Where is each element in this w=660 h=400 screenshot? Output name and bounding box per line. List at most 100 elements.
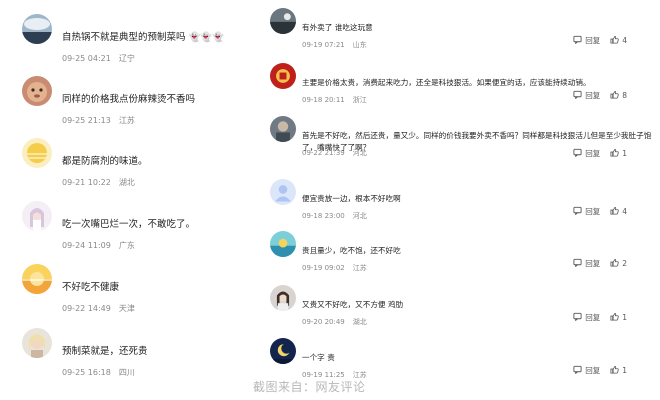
- like-button[interactable]: 2: [610, 258, 627, 269]
- comment-text: 都是防腐剂的味道。: [62, 156, 148, 167]
- comment-item: 贵且量少，吃不饱，还不好吃 09-19 09:02 江苏 回复 2: [265, 223, 660, 285]
- comment-location: 湖北: [352, 318, 367, 326]
- comment-meta: 09-21 10:22 湖北: [62, 177, 135, 188]
- comment-meta: 09-19 09:02 江苏: [302, 263, 367, 273]
- avatar[interactable]: [22, 138, 52, 168]
- comment-location: 江苏: [118, 116, 135, 125]
- comment-bubble-icon: [573, 35, 585, 46]
- source-caption: 截图来自：网友评论: [253, 380, 366, 394]
- reply-label: 回复: [585, 207, 601, 216]
- like-count: 1: [622, 366, 627, 375]
- comment-location: 江苏: [352, 264, 367, 272]
- thumbs-up-icon: [610, 148, 622, 159]
- comment-actions: 回复 4: [563, 206, 627, 217]
- avatar[interactable]: [22, 76, 52, 106]
- comment-meta: 09-22 21:39 河北: [302, 148, 367, 158]
- reply-button[interactable]: 回复: [573, 90, 600, 101]
- comment-date: 09-18 23:00: [302, 212, 345, 220]
- reply-label: 回复: [585, 313, 601, 322]
- comment-meta: 09-25 21:13 江苏: [62, 115, 135, 126]
- comment-item: 预制菜就是，还死贵 09-25 16:18 四川: [0, 316, 240, 378]
- like-button[interactable]: 8: [610, 90, 627, 101]
- like-button[interactable]: 4: [610, 35, 627, 46]
- comment-text: 不好吃不健康: [62, 282, 120, 293]
- comment-item: 首先是不好吃，然后还贵，量又少。同样的价钱我要外卖不香吗？同样都是科技狠活儿但是…: [265, 108, 660, 170]
- comment-text: 又贵又不好吃，又不方便 鸡肋: [302, 300, 404, 309]
- like-button[interactable]: 1: [610, 148, 627, 159]
- comment-date: 09-25 04:21: [62, 54, 111, 63]
- comment-location: 辽宁: [118, 54, 135, 63]
- thumbs-up-icon: [610, 258, 622, 269]
- avatar[interactable]: [270, 8, 296, 34]
- comment-meta: 09-25 04:21 辽宁: [62, 53, 135, 64]
- like-count: 1: [622, 149, 627, 158]
- reply-button[interactable]: 回复: [573, 35, 600, 46]
- comment-bubble-icon: [573, 206, 585, 217]
- avatar[interactable]: [22, 264, 52, 294]
- thumbs-up-icon: [610, 90, 622, 101]
- avatar[interactable]: [270, 231, 296, 257]
- comment-item: 吃一次嘴巴烂一次，不敢吃了。 09-24 11:09 广东: [0, 189, 240, 251]
- thumbs-up-icon: [610, 312, 622, 323]
- comment-text: 预制菜就是，还死贵: [62, 346, 148, 357]
- comment-actions: 回复 1: [563, 148, 627, 159]
- comment-location: 广东: [118, 241, 135, 250]
- avatar[interactable]: [270, 285, 296, 311]
- comment-meta: 09-24 11:09 广东: [62, 240, 135, 251]
- avatar[interactable]: [270, 116, 296, 142]
- comment-text: 有外卖了 谁吃这玩意: [302, 23, 373, 32]
- comment-bubble-icon: [573, 365, 585, 376]
- avatar[interactable]: [22, 328, 52, 358]
- avatar[interactable]: [22, 14, 52, 44]
- comment-text: 同样的价格我点份麻辣烫不香吗: [62, 94, 196, 105]
- like-button[interactable]: 1: [610, 365, 627, 376]
- avatar[interactable]: [270, 63, 296, 89]
- reply-button[interactable]: 回复: [573, 312, 600, 323]
- avatar[interactable]: [270, 179, 296, 205]
- reply-button[interactable]: 回复: [573, 365, 600, 376]
- comment-bubble-icon: [573, 90, 585, 101]
- comment-text: 贵且量少，吃不饱，还不好吃: [302, 246, 401, 255]
- like-count: 1: [622, 313, 627, 322]
- comment-location: 天津: [118, 304, 135, 313]
- comment-date: 09-19 07:21: [302, 41, 345, 49]
- comment-date: 09-25 21:13: [62, 116, 111, 125]
- comment-location: 四川: [118, 368, 135, 377]
- comment-meta: 09-18 23:00 河北: [302, 211, 367, 221]
- comment-date: 09-24 11:09: [62, 241, 111, 250]
- comment-item: 同样的价格我点份麻辣烫不香吗 09-25 21:13 江苏: [0, 64, 240, 126]
- avatar[interactable]: [22, 201, 52, 231]
- reply-label: 回复: [585, 149, 601, 158]
- thumbs-up-icon: [610, 206, 622, 217]
- like-count: 4: [622, 207, 627, 216]
- reply-button[interactable]: 回复: [573, 206, 600, 217]
- comment-date: 09-22 14:49: [62, 304, 111, 313]
- comment-location: 浙江: [352, 96, 367, 104]
- comment-date: 09-20 20:49: [302, 318, 345, 326]
- comment-actions: 回复 2: [563, 258, 627, 269]
- like-count: 8: [622, 91, 627, 100]
- comment-item: 不好吃不健康 09-22 14:49 天津: [0, 252, 240, 314]
- like-button[interactable]: 1: [610, 312, 627, 323]
- reply-button[interactable]: 回复: [573, 148, 600, 159]
- comment-meta: 09-25 16:18 四川: [62, 367, 135, 378]
- comment-meta: 09-19 07:21 山东: [302, 40, 367, 50]
- comment-meta: 09-22 14:49 天津: [62, 303, 135, 314]
- comment-location: 河北: [352, 149, 367, 157]
- comment-actions: 回复 1: [563, 365, 627, 376]
- reply-button[interactable]: 回复: [573, 258, 600, 269]
- like-button[interactable]: 4: [610, 206, 627, 217]
- comment-location: 河北: [352, 212, 367, 220]
- reply-label: 回复: [585, 366, 601, 375]
- thumbs-up-icon: [610, 35, 622, 46]
- comment-meta: 09-20 20:49 湖北: [302, 317, 367, 327]
- reply-label: 回复: [585, 259, 601, 268]
- comment-text: 主要是价格太贵，消费起来吃力，还全是科技狠活。如果便宜的话，应该能持续动销。: [302, 78, 591, 87]
- comment-date: 09-18 20:11: [302, 96, 345, 104]
- comment-actions: 回复 8: [563, 90, 627, 101]
- avatar[interactable]: [270, 338, 296, 364]
- comment-text: 便宜贵放一边，根本不好吃啊: [302, 194, 401, 203]
- comment-date: 09-22 21:39: [302, 149, 345, 157]
- comment-text: 一个字 贵: [302, 353, 335, 362]
- comment-date: 09-25 16:18: [62, 368, 111, 377]
